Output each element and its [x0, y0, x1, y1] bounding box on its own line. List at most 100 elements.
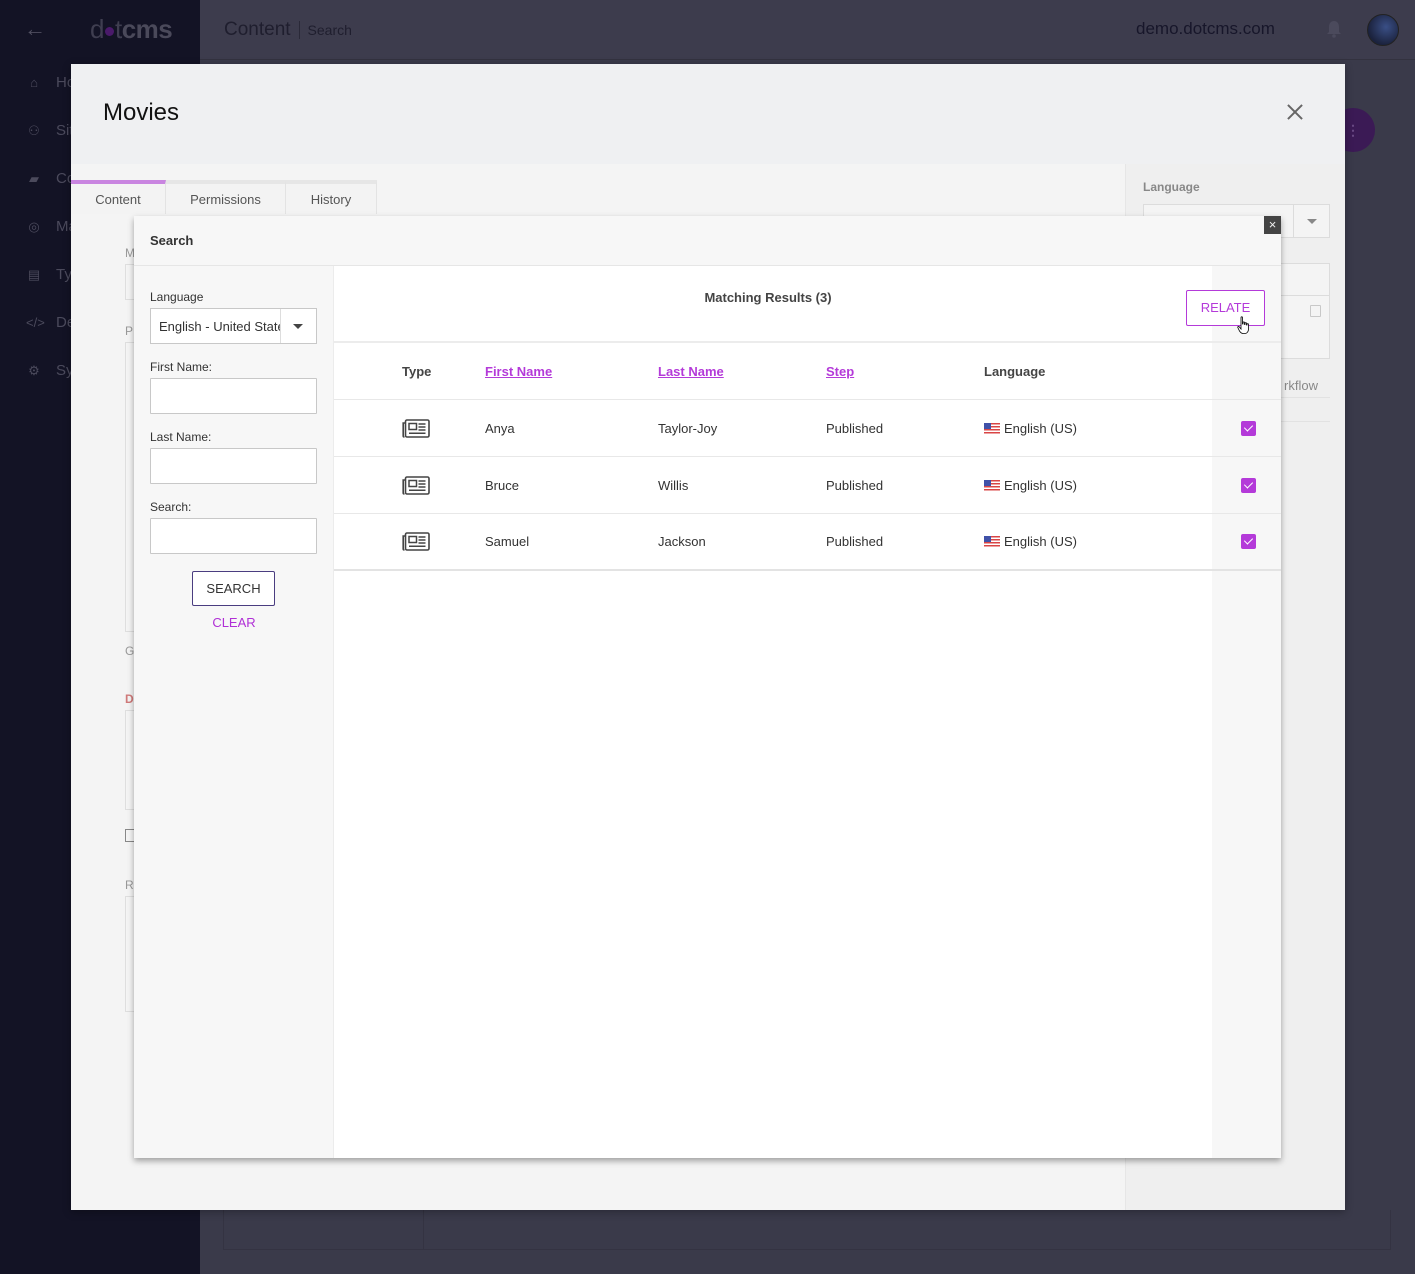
column-header-step[interactable]: Step [826, 343, 854, 399]
logo-dot [104, 27, 114, 36]
newspaper-icon [402, 532, 430, 551]
close-icon[interactable] [1283, 100, 1307, 124]
close-icon[interactable]: × [1264, 216, 1281, 234]
language-value: English (US) [1004, 420, 1077, 436]
step-cell: Published [826, 477, 884, 493]
last-name-label: Last Name: [150, 430, 212, 444]
target-icon: ◎ [28, 218, 40, 234]
background-panel [223, 1210, 1391, 1250]
content-tabs: Content Permissions History [71, 180, 377, 214]
column-header-language: Language [984, 363, 1046, 379]
us-flag-icon [984, 422, 1000, 434]
home-icon: ⌂ [30, 75, 38, 90]
step-cell: Published [826, 534, 884, 549]
results-panel: Matching Results (3) RELATE Type First N… [334, 266, 1281, 1158]
table-row[interactable]: Samuel Jackson Published English (US) [334, 514, 1281, 571]
language-cell: English (US) [984, 457, 1077, 513]
row-checkbox-cell [1241, 457, 1256, 513]
type-cell [402, 457, 430, 513]
required-field-label: D [125, 692, 134, 706]
last-name-cell: Jackson [658, 534, 706, 549]
relate-button[interactable]: RELATE [1186, 290, 1265, 326]
avatar[interactable] [1367, 14, 1399, 46]
row-checkbox-cell [1241, 400, 1256, 456]
search-dialog-title: Search [150, 233, 194, 248]
column-header-type: Type [402, 363, 432, 379]
back-arrow-icon[interactable]: ← [24, 16, 46, 42]
dialog-title: Movies [103, 99, 180, 126]
sidebar-item-content[interactable]: ▰ Co [26, 170, 75, 187]
field-label: R [125, 878, 134, 892]
logo-part: t [114, 14, 122, 44]
clear-link[interactable]: CLEAR [134, 615, 334, 630]
language-label: Language [1143, 180, 1200, 194]
table-row[interactable]: Anya Taylor-Joy Published English (US) [334, 400, 1281, 457]
column-header-last-name[interactable]: Last Name [658, 343, 724, 399]
newspaper-icon [402, 418, 430, 438]
language-cell: English (US) [984, 514, 1077, 569]
last-name-input[interactable] [150, 448, 317, 484]
column-header-first-name[interactable]: First Name [485, 343, 552, 399]
row-checkbox[interactable] [1241, 477, 1256, 493]
type-cell [402, 514, 430, 569]
logo-part: d [90, 14, 104, 44]
code-icon: </> [26, 315, 45, 330]
first-name-label: First Name: [150, 360, 213, 374]
first-name-cell: Bruce [485, 477, 519, 493]
chevron-down-icon [1293, 205, 1329, 237]
row-checkbox[interactable] [1241, 420, 1256, 436]
table-row[interactable]: Bruce Willis Published English (US) [334, 457, 1281, 514]
first-name-input[interactable] [150, 378, 317, 414]
sidebar-item-marketing[interactable]: ◎ Ma [26, 218, 77, 235]
language-select-value: English - United States [159, 319, 283, 334]
hand-cursor-icon [1237, 316, 1249, 334]
results-table: Type First Name Last Name Step Language [334, 341, 1281, 571]
search-input[interactable] [150, 518, 317, 554]
search-dialog-header: Search × [134, 216, 1281, 266]
logo-part: cms [121, 14, 173, 44]
sidebar-item-site[interactable]: ⚇ Sit [26, 122, 73, 139]
language-label: Language [150, 290, 204, 304]
sidebar-item-system[interactable]: ⚙ Sy [26, 362, 73, 379]
tab-history[interactable]: History [286, 180, 377, 214]
step-cell: Published [826, 420, 884, 436]
file-text-icon: ▤ [27, 266, 41, 282]
breadcrumb-page: Search [307, 22, 352, 38]
row-checkbox[interactable] [1241, 534, 1256, 549]
save-icon[interactable] [1310, 305, 1321, 317]
language-value: English (US) [1004, 534, 1077, 549]
breadcrumb-section[interactable]: Content [224, 19, 291, 41]
us-flag-icon [984, 479, 1000, 491]
us-flag-icon [984, 536, 1000, 547]
background-divider [423, 1210, 424, 1250]
first-name-cell: Anya [485, 420, 515, 436]
dotcms-logo: d tcms [90, 14, 173, 45]
field-label: G [125, 644, 135, 658]
sidebar-item-types[interactable]: ▤ Ty [26, 266, 72, 283]
sidebar-item-label: Ty [56, 266, 72, 283]
sidebar-item-home[interactable]: ⌂ Ho [26, 74, 75, 91]
tab-permissions[interactable]: Permissions [166, 180, 286, 214]
site-selector[interactable]: demo.dotcms.com [1136, 19, 1275, 39]
gear-icon: ⚙ [28, 362, 40, 378]
search-dialog: Search × Language English - United State… [134, 216, 1281, 1158]
search-button[interactable]: SEARCH [192, 571, 275, 606]
language-value: English (US) [1004, 477, 1077, 493]
last-name-cell: Willis [658, 477, 689, 493]
search-filters: Language English - United States First N… [134, 266, 334, 1158]
tab-content[interactable]: Content [71, 180, 166, 214]
sidebar-item-dev[interactable]: </> De [26, 314, 75, 331]
breadcrumb-separator [298, 21, 300, 39]
bell-icon[interactable] [1326, 20, 1342, 38]
folder-open-icon: ▰ [29, 170, 39, 186]
search-label: Search: [150, 500, 192, 514]
chevron-down-icon[interactable] [280, 309, 316, 343]
field-label: P [125, 324, 134, 338]
results-count: Matching Results (3) [704, 290, 832, 305]
movies-dialog-header: Movies [71, 64, 1345, 164]
breadcrumb: Content Search [224, 19, 352, 41]
sitemap-icon: ⚇ [28, 122, 40, 138]
language-select[interactable]: English - United States [150, 308, 317, 344]
first-name-cell: Samuel [485, 534, 530, 549]
row-checkbox-cell [1241, 514, 1256, 569]
